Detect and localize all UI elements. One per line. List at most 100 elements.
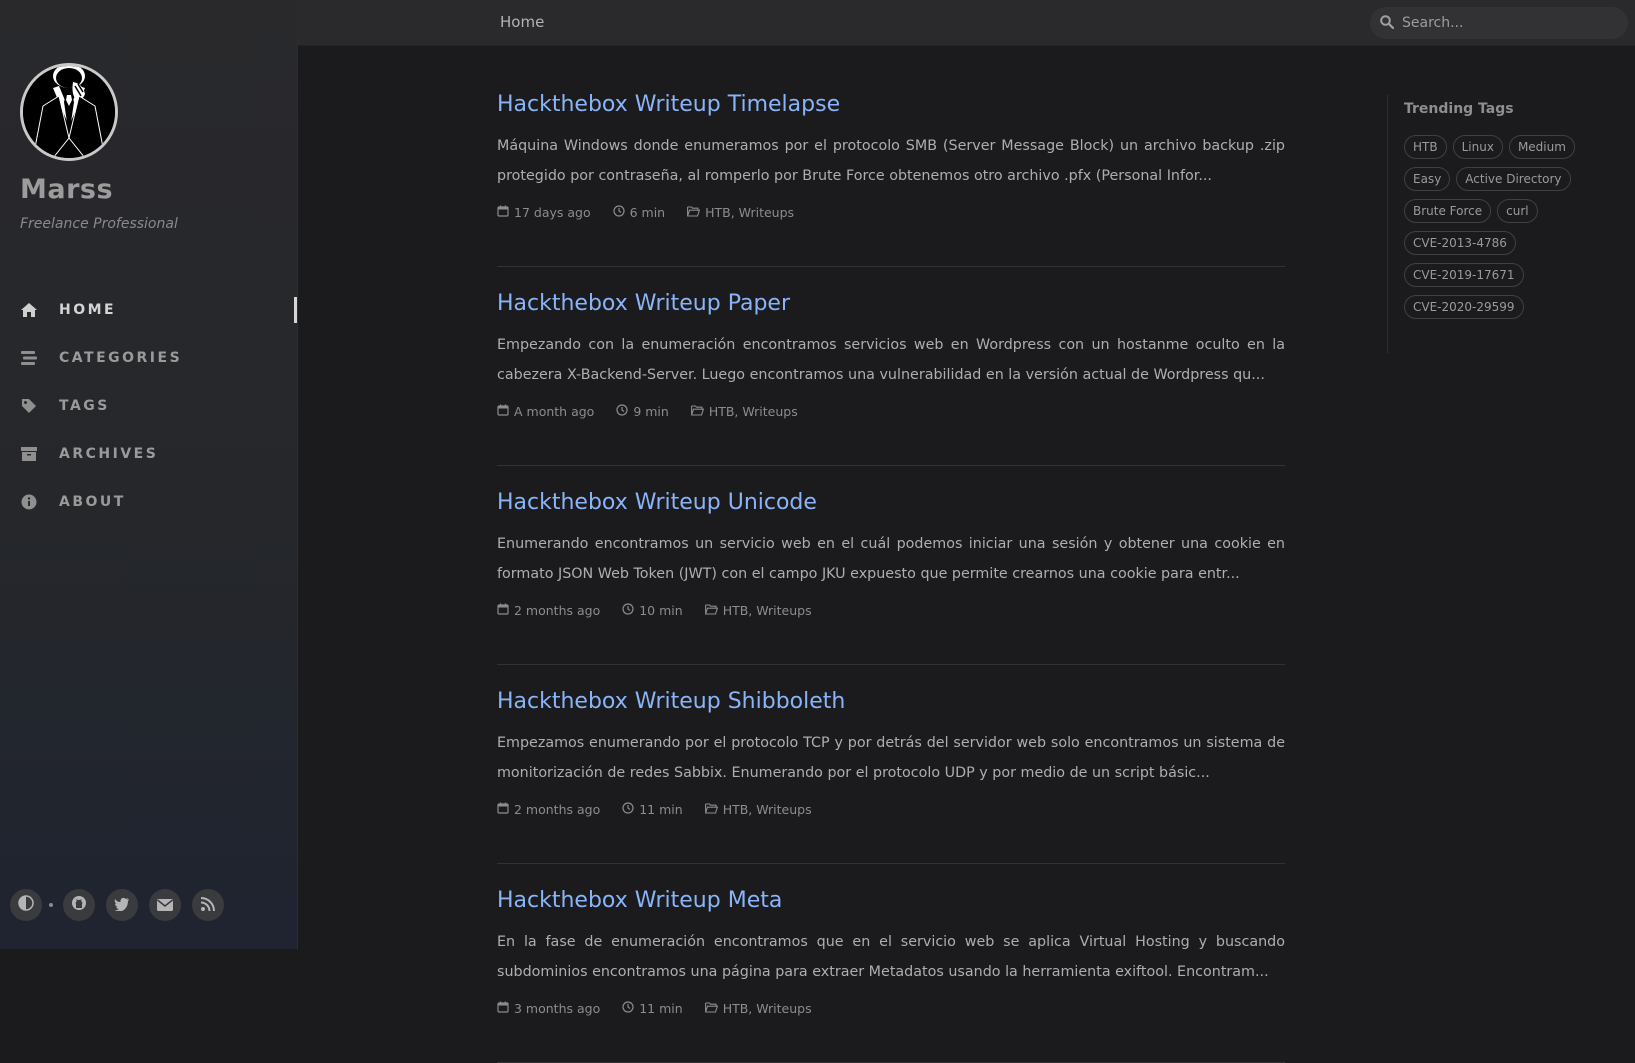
tag-chip[interactable]: Medium — [1508, 135, 1575, 159]
post-date: 17 days ago — [497, 205, 591, 220]
tag-chip[interactable]: Easy — [1404, 167, 1451, 191]
post-excerpt: Empezamos enumerando por el protocolo TC… — [497, 735, 1285, 781]
folder-icon — [704, 1001, 723, 1016]
post-title[interactable]: Hackthebox Writeup Unicode — [497, 490, 817, 515]
post-date-text: 3 months ago — [514, 1001, 601, 1016]
post-categories-text[interactable]: HTB, Writeups — [705, 205, 794, 220]
post-categories: HTB, Writeups — [704, 802, 812, 817]
calendar-icon — [497, 1001, 514, 1016]
post-card[interactable]: Hackthebox Writeup Unicode Enumerando en… — [497, 490, 1285, 665]
post-date: 3 months ago — [497, 1001, 600, 1016]
breadcrumb: Home — [500, 13, 545, 31]
tag-chip[interactable]: CVE-2019-17671 — [1404, 263, 1524, 287]
post-date-text: 2 months ago — [514, 802, 601, 817]
post-date-text: 17 days ago — [514, 205, 591, 220]
post-meta: 17 days ago 6 min HTB, Writeups — [497, 205, 816, 220]
post-categories: HTB, Writeups — [704, 1001, 812, 1016]
post-categories: HTB, Writeups — [704, 603, 812, 618]
post-read-time: 9 min — [616, 404, 669, 419]
post-meta: 2 months ago 10 min HTB, Writeups — [497, 603, 834, 618]
post-list: Hackthebox Writeup Timelapse Máquina Win… — [497, 92, 1285, 1063]
calendar-icon — [497, 205, 514, 220]
nav-label-categories: CATEGORIES — [59, 350, 183, 366]
tag-chip[interactable]: Brute Force — [1404, 199, 1492, 223]
post-read-time: 11 min — [622, 1001, 683, 1016]
clock-icon — [622, 603, 639, 618]
clock-icon — [622, 802, 639, 817]
post-date: A month ago — [497, 404, 594, 419]
panel-heading: Trending Tags — [1404, 101, 1514, 117]
post-categories-text[interactable]: HTB, Writeups — [723, 603, 812, 618]
avatar[interactable] — [20, 63, 118, 161]
nav-item-categories[interactable]: CATEGORIES — [0, 334, 298, 382]
twitter-button[interactable] — [106, 889, 138, 921]
calendar-icon — [497, 404, 514, 419]
post-categories: HTB, Writeups — [690, 404, 798, 419]
search-icon — [1380, 14, 1395, 33]
post-card[interactable]: Hackthebox Writeup Meta En la fase de en… — [497, 888, 1285, 1063]
search-box[interactable] — [1370, 7, 1628, 39]
post-read-time: 11 min — [622, 802, 683, 817]
tag-chip[interactable]: HTB — [1404, 135, 1447, 159]
post-read-time-text: 11 min — [639, 802, 683, 817]
nav-label-home: HOME — [59, 302, 117, 318]
trending-tags-panel: Trending Tags HTB Linux Medium Easy Active D… — [1387, 95, 1627, 353]
post-categories-text[interactable]: HTB, Writeups — [723, 802, 812, 817]
post-date: 2 months ago — [497, 603, 600, 618]
tag-chip[interactable]: Active Directory — [1456, 167, 1571, 191]
search-input[interactable] — [1400, 14, 1600, 32]
nav-item-about[interactable]: ABOUT — [0, 478, 298, 526]
post-card[interactable]: Hackthebox Writeup Shibboleth Empezamos … — [497, 689, 1285, 864]
tag-icon — [20, 397, 38, 415]
post-date-text: 2 months ago — [514, 603, 601, 618]
post-excerpt: Empezando con la enumeración encontramos… — [497, 337, 1285, 383]
tag-chip[interactable]: curl — [1497, 199, 1538, 223]
github-button[interactable] — [63, 889, 95, 921]
nav-item-home[interactable]: HOME — [0, 286, 298, 334]
nav-item-tags[interactable]: TAGS — [0, 382, 298, 430]
post-excerpt: En la fase de enumeración encontramos qu… — [497, 934, 1285, 980]
tag-chip[interactable]: CVE-2020-29599 — [1404, 295, 1524, 319]
theme-toggle-button[interactable] — [10, 889, 42, 921]
separator-dot — [49, 903, 53, 907]
post-card[interactable]: Hackthebox Writeup Timelapse Máquina Win… — [497, 92, 1285, 267]
theme-toggle-icon — [18, 895, 34, 915]
sidebar-bottom — [10, 889, 235, 921]
email-button[interactable] — [149, 889, 181, 921]
post-read-time-text: 9 min — [633, 404, 669, 419]
sidebar: Marss Freelance Professional HOME CATEGO… — [0, 0, 298, 949]
post-categories-text[interactable]: HTB, Writeups — [709, 404, 798, 419]
post-read-time: 6 min — [613, 205, 666, 220]
clock-icon — [622, 1001, 639, 1016]
site-title[interactable]: Marss — [20, 174, 113, 205]
post-card[interactable]: Hackthebox Writeup Paper Empezando con l… — [497, 291, 1285, 466]
folder-icon — [704, 603, 723, 618]
post-meta: 2 months ago 11 min HTB, Writeups — [497, 802, 834, 817]
post-title[interactable]: Hackthebox Writeup Meta — [497, 888, 782, 913]
post-read-time-text: 11 min — [639, 1001, 683, 1016]
twitter-icon — [114, 896, 130, 915]
rss-button[interactable] — [192, 889, 224, 921]
post-date: 2 months ago — [497, 802, 600, 817]
calendar-icon — [497, 603, 514, 618]
post-categories-text[interactable]: HTB, Writeups — [723, 1001, 812, 1016]
post-read-time-text: 6 min — [629, 205, 666, 220]
clock-icon — [613, 205, 630, 220]
folder-icon — [687, 205, 705, 220]
post-title[interactable]: Hackthebox Writeup Timelapse — [497, 92, 840, 117]
sidebar-nav: HOME CATEGORIES TAGS ARCHIVES ABOUT — [0, 286, 298, 526]
nav-item-archives[interactable]: ARCHIVES — [0, 430, 298, 478]
tag-list: HTB Linux Medium Easy Active Directory Brute … — [1404, 135, 1604, 327]
nav-label-about: ABOUT — [59, 494, 126, 510]
post-meta: 3 months ago 11 min HTB, Writeups — [497, 1001, 834, 1016]
clock-icon — [616, 404, 633, 419]
calendar-icon — [497, 802, 514, 817]
tag-chip[interactable]: Linux — [1452, 135, 1503, 159]
info-circle-icon — [20, 493, 38, 511]
suit-figure-image — [23, 66, 115, 158]
post-title[interactable]: Hackthebox Writeup Shibboleth — [497, 689, 845, 714]
archive-icon — [20, 445, 38, 463]
email-icon — [157, 896, 173, 915]
tag-chip[interactable]: CVE-2013-4786 — [1404, 231, 1516, 255]
post-title[interactable]: Hackthebox Writeup Paper — [497, 291, 790, 316]
